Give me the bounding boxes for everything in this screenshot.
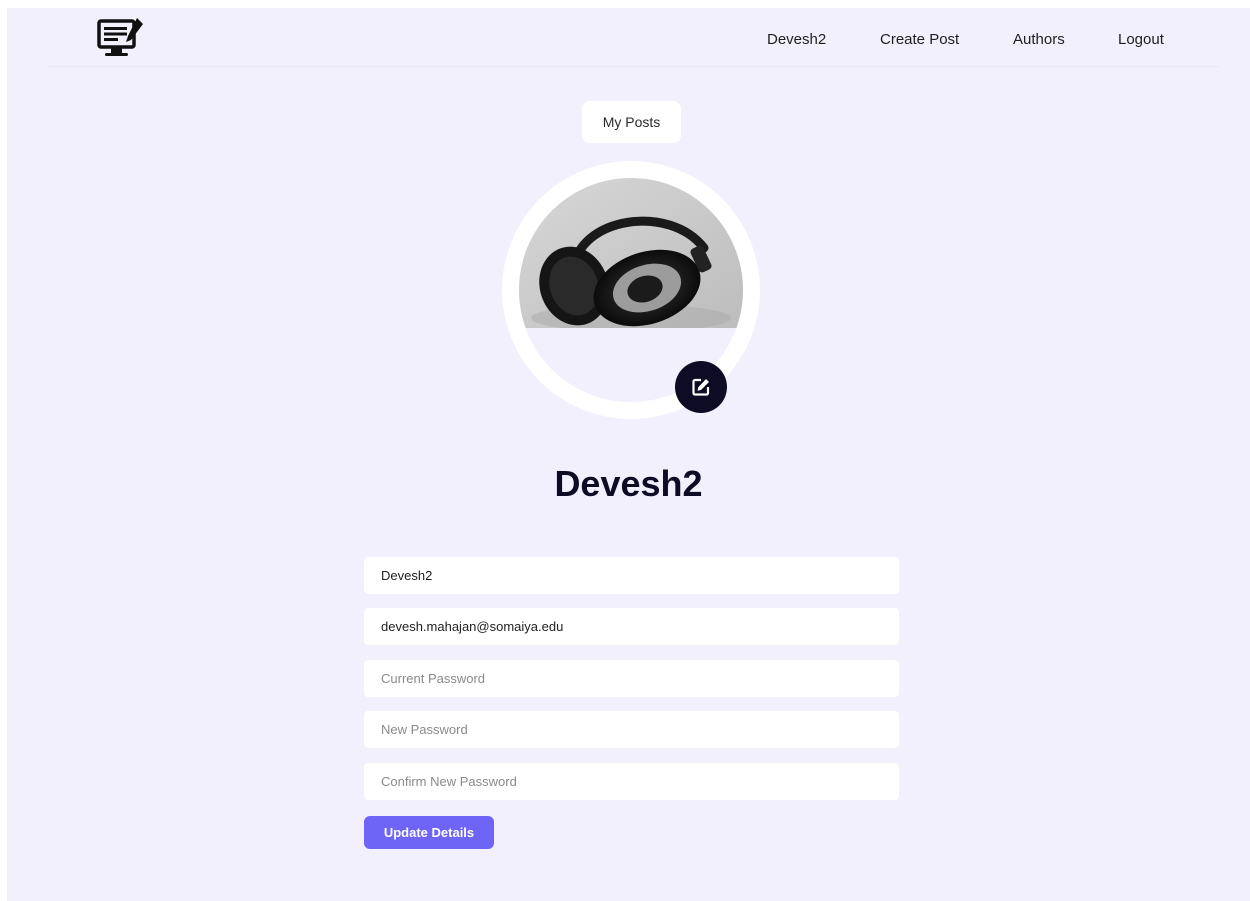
logo-link[interactable] bbox=[97, 18, 153, 62]
nav-link-create-post[interactable]: Create Post bbox=[880, 31, 959, 49]
current-password-field[interactable] bbox=[364, 660, 899, 697]
email-field[interactable] bbox=[364, 608, 899, 645]
edit-icon bbox=[692, 378, 710, 396]
my-posts-button[interactable]: My Posts bbox=[582, 101, 681, 143]
update-details-button[interactable]: Update Details bbox=[364, 816, 494, 849]
name-field[interactable] bbox=[364, 557, 899, 594]
nav-link-profile[interactable]: Devesh2 bbox=[767, 31, 826, 49]
edit-avatar-button[interactable] bbox=[675, 361, 727, 413]
nav-link-authors[interactable]: Authors bbox=[1013, 31, 1065, 49]
monitor-edit-icon bbox=[97, 18, 143, 56]
navbar: Devesh2 Create Post Authors Logout bbox=[47, 8, 1219, 67]
page: Devesh2 Create Post Authors Logout My Po… bbox=[7, 8, 1250, 901]
nav-link-logout[interactable]: Logout bbox=[1118, 31, 1164, 49]
profile-username: Devesh2 bbox=[554, 463, 703, 504]
new-password-field[interactable] bbox=[364, 711, 899, 748]
confirm-password-field[interactable] bbox=[364, 763, 899, 800]
